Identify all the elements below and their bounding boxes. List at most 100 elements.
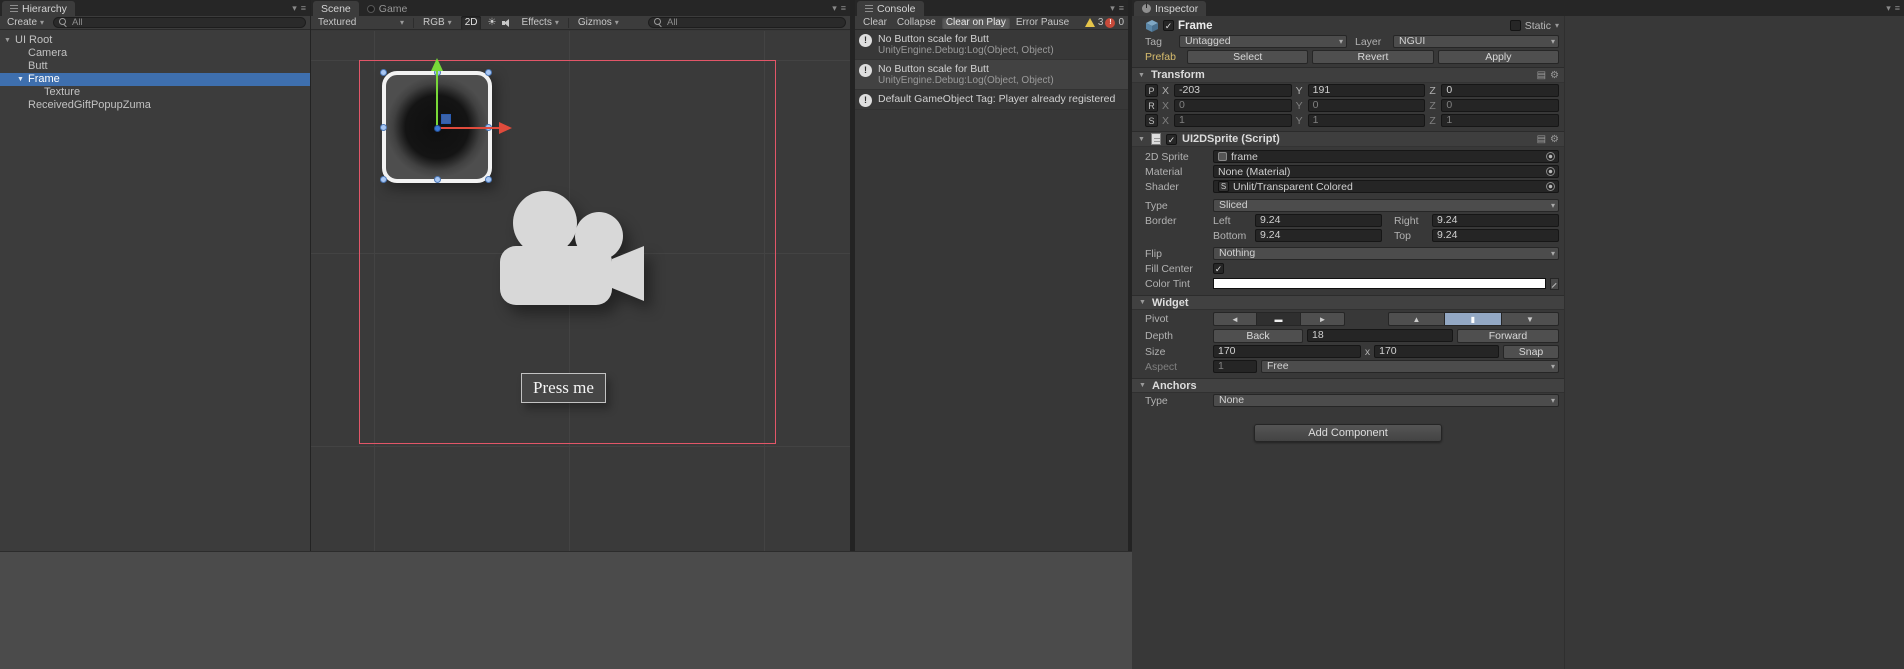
gear-icon[interactable]: ⚙ [1550,70,1559,81]
help-book-icon[interactable]: ▤ [1537,70,1546,81]
tab-inspector[interactable]: Inspector [1134,1,1207,16]
foldout-icon[interactable]: ▼ [1137,72,1146,79]
tab-scene[interactable]: Scene [313,1,359,16]
anchors-section-header[interactable]: ▼ Anchors [1132,378,1564,393]
position-z-field[interactable]: 0 [1441,84,1560,97]
pivot-left-button[interactable]: ◄ [1213,311,1257,326]
error-count-toggle[interactable]: 0 [1105,16,1124,30]
help-book-icon[interactable]: ▤ [1537,134,1546,145]
gizmo-center-handle[interactable] [434,125,441,132]
prefab-revert-button[interactable]: Revert [1312,49,1434,64]
log-entry[interactable]: Default GameObject Tag: Player already r… [855,90,1128,110]
foldout-icon[interactable]: ▼ [3,34,12,47]
snap-button[interactable]: Snap [1503,344,1559,359]
transform-header[interactable]: ▼ Transform ▤ ⚙ [1132,67,1564,83]
scene-viewport[interactable]: Press me [311,31,850,551]
layer-dropdown[interactable]: NGUI [1393,35,1559,48]
pivot-vcenter-button[interactable]: ▮ [1445,311,1502,326]
press-me-button-sprite[interactable]: Press me [521,373,606,403]
static-checkbox[interactable] [1509,20,1521,31]
foldout-icon[interactable]: ▼ [1138,299,1147,306]
panel-dropdown-icon[interactable]: ▾ [292,3,297,13]
gizmo-plane-handle[interactable] [441,114,451,124]
scale-reset-chip[interactable]: S [1145,114,1158,127]
add-component-button[interactable]: Add Component [1254,424,1442,442]
border-top-field[interactable]: 9.24 [1432,229,1559,242]
gizmo-x-axis-arrowhead[interactable] [499,122,512,134]
pivot-hcenter-button[interactable]: ▬ [1257,311,1301,326]
tab-game[interactable]: Game [359,1,416,16]
scene-search-input[interactable]: All [648,17,846,28]
depth-back-button[interactable]: Back [1213,328,1303,343]
rotation-y-field[interactable]: 0 [1307,99,1426,112]
foldout-icon[interactable]: ▼ [1138,382,1147,389]
video-camera-sprite[interactable] [486,189,648,314]
depth-value-field[interactable]: 18 [1307,329,1453,342]
sprite-object-field[interactable]: frame [1213,150,1559,163]
scale-y-field[interactable]: 1 [1307,114,1426,127]
flip-dropdown[interactable]: Nothing [1213,247,1559,260]
gameobject-active-checkbox[interactable]: ✓ [1163,20,1174,31]
position-reset-chip[interactable]: P [1145,84,1158,97]
warning-count-toggle[interactable]: 3 [1084,16,1103,30]
render-mode-dropdown[interactable]: RGB ▾ [420,16,455,30]
collapse-toggle[interactable]: Collapse [893,17,940,29]
scene-audio-icon[interactable] [502,18,512,28]
material-object-field[interactable]: None (Material) [1213,165,1559,178]
panel-menu-icon[interactable]: ≡ [301,3,306,13]
rotation-z-field[interactable]: 0 [1441,99,1560,112]
log-entry[interactable]: No Button scale for Butt UnityEngine.Deb… [855,30,1128,60]
object-picker-icon[interactable] [1546,167,1555,176]
shading-mode-dropdown[interactable]: Textured ▾ [315,16,407,30]
selection-handle[interactable] [380,69,387,76]
border-right-field[interactable]: 9.24 [1432,214,1559,227]
shader-object-field[interactable]: S Unlit/Transparent Colored [1213,180,1559,193]
2d-toggle-button[interactable]: 2D [460,15,482,30]
sprite-type-dropdown[interactable]: Sliced [1213,199,1559,212]
selection-handle[interactable] [434,176,441,183]
gizmo-x-axis-arrow[interactable] [437,127,499,129]
position-y-field[interactable]: 191 [1307,84,1426,97]
clear-on-play-toggle[interactable]: Clear on Play [941,16,1010,29]
error-pause-toggle[interactable]: Error Pause [1012,17,1073,29]
foldout-icon[interactable]: ▼ [16,73,25,86]
hierarchy-item-receivedgiftpopupzuma[interactable]: ReceivedGiftPopupZuma [0,99,310,112]
rotation-x-field[interactable]: 0 [1174,99,1292,112]
depth-forward-button[interactable]: Forward [1457,328,1559,343]
hierarchy-item-camera[interactable]: Camera [0,47,310,60]
create-menu-button[interactable]: Create ▾ [4,16,47,30]
lock-icon[interactable]: ▾ [1886,3,1891,13]
object-picker-icon[interactable] [1546,182,1555,191]
eyedropper-icon[interactable] [1550,277,1559,290]
aspect-mode-dropdown[interactable]: Free [1261,360,1559,373]
ui2dsprite-header[interactable]: ▼ ✓ UI2DSprite (Script) ▤ ⚙ [1132,131,1564,147]
border-bottom-field[interactable]: 9.24 [1255,229,1382,242]
size-height-field[interactable]: 170 [1374,345,1499,358]
hierarchy-item-texture[interactable]: Texture [0,86,310,99]
prefab-apply-button[interactable]: Apply [1437,49,1559,64]
anchor-type-dropdown[interactable]: None [1213,394,1559,407]
panel-dropdown-icon[interactable]: ▾ [1110,3,1115,13]
hierarchy-item-frame[interactable]: ▼ Frame [0,73,310,86]
static-options-icon[interactable]: ▾ [1555,21,1559,30]
tag-dropdown[interactable]: Untagged [1179,35,1347,48]
gizmo-y-axis-arrowhead[interactable] [431,58,443,71]
pivot-bottom-button[interactable]: ▼ [1502,311,1559,326]
rotation-reset-chip[interactable]: R [1145,99,1158,112]
gizmo-y-axis-arrow[interactable] [436,71,438,128]
fill-center-checkbox[interactable]: ✓ [1213,263,1224,274]
color-tint-swatch[interactable] [1213,278,1546,289]
selection-handle[interactable] [380,124,387,131]
size-width-field[interactable]: 170 [1213,345,1361,358]
aspect-value-field[interactable]: 1 [1213,360,1257,373]
component-enabled-checkbox[interactable]: ✓ [1166,133,1177,145]
panel-menu-icon[interactable]: ≡ [841,3,846,13]
scene-lighting-icon[interactable]: ☀ [487,17,496,29]
gameobject-name-field[interactable]: Frame [1178,20,1213,32]
selection-handle[interactable] [485,176,492,183]
border-left-field[interactable]: 9.24 [1255,214,1382,227]
tab-hierarchy[interactable]: Hierarchy [2,1,75,16]
effects-dropdown[interactable]: Effects ▾ [518,16,561,30]
hierarchy-item-ui-root[interactable]: ▼ UI Root [0,34,310,47]
gear-icon[interactable]: ⚙ [1550,134,1559,145]
